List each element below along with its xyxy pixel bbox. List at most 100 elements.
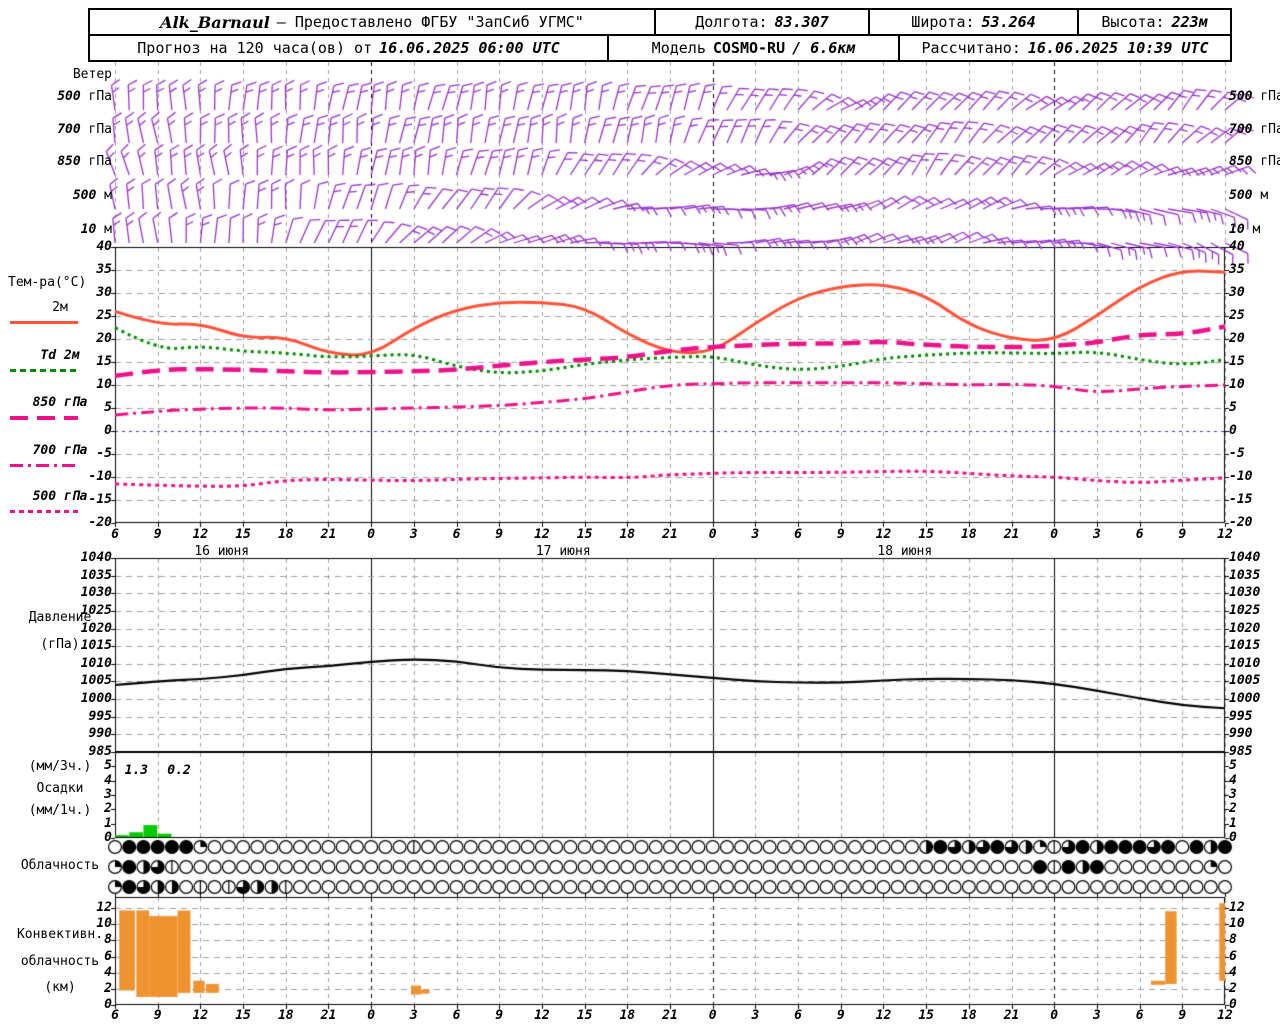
hour-label-bottom-axis: 12	[1217, 1008, 1233, 1023]
conv-ytick-left: 8	[104, 932, 112, 948]
pressure-ytick-right: 1030	[1229, 585, 1261, 601]
hour-label-temp-axis: 9	[1178, 527, 1187, 542]
hour-label-temp-axis: 6	[452, 527, 461, 542]
precip-ytick-right: 1	[1229, 815, 1237, 831]
hour-label-bottom-axis: 6	[111, 1008, 119, 1023]
hour-label-temp-axis: 15	[918, 527, 934, 542]
wind-level-label: 500 гПа	[1229, 90, 1280, 104]
cloud-panel-title: Облачность	[20, 858, 100, 873]
precip-sum-label: 1.3	[124, 763, 149, 778]
pressure-ytick-right: 990	[1229, 726, 1253, 742]
temp-ytick-right: 10	[1229, 377, 1245, 392]
temp-ytick-right: 20	[1229, 331, 1245, 346]
temp-ytick-left: -10	[88, 469, 112, 484]
hour-label-temp-axis: 9	[495, 527, 504, 542]
wind-level-value: 500	[1229, 89, 1253, 104]
hour-label-bottom-axis: 0	[1050, 1008, 1059, 1023]
conv-ytick-right: 2	[1229, 980, 1237, 996]
wind-level-value: 500	[72, 188, 97, 203]
hour-label-bottom-axis: 18	[277, 1008, 294, 1023]
temp-ytick-left: 30	[96, 285, 112, 300]
day-label: 17 июня	[535, 544, 591, 559]
hour-label-bottom-axis: 21	[320, 1008, 337, 1023]
hour-label-temp-axis: 15	[576, 527, 593, 542]
wind-level-label: 10 м	[8, 223, 112, 237]
pressure-ytick-right: 1000	[1229, 691, 1261, 707]
calc-label: Рассчитано:	[921, 39, 1021, 57]
wind-level-label: 850 гПа	[1229, 155, 1280, 169]
wind-level-value: 500	[57, 89, 81, 104]
hour-label-temp-axis: 6	[111, 527, 119, 542]
provider-text: — Предоставлено ФГБУ "ЗапСиб УГМС"	[276, 13, 584, 31]
conv-ytick-right: 10	[1229, 916, 1245, 932]
legend-line-t700	[10, 464, 78, 467]
pressure-ytick-left: 1000	[80, 691, 112, 707]
hour-label-temp-axis: 12	[534, 527, 550, 542]
legend-line-t500	[10, 510, 78, 513]
hour-label-bottom-axis: 0	[708, 1008, 717, 1023]
temp-ytick-right: 5	[1229, 400, 1237, 415]
station-name: Alk_Barnaul	[160, 12, 270, 32]
model-name: COSMO-RU	[712, 39, 786, 57]
hour-label-bottom-axis: 6	[452, 1008, 461, 1023]
pressure-ytick-right: 1040	[1229, 550, 1261, 565]
precip-ytick-left: 1	[104, 815, 112, 831]
conv-ytick-right: 6	[1229, 948, 1237, 964]
temp-ytick-left: -5	[96, 446, 112, 461]
hour-label-temp-axis: 9	[836, 527, 845, 542]
conv-ytick-left: 0	[104, 997, 112, 1012]
hour-label-temp-axis: 0	[708, 527, 717, 542]
pressure-ytick-left: 1035	[80, 567, 112, 583]
hour-label-bottom-axis: 18	[619, 1008, 636, 1023]
hour-label-bottom-axis: 6	[794, 1008, 802, 1023]
legend-line-t850	[10, 416, 78, 420]
precip-ytick-right: 5	[1229, 758, 1237, 774]
wind-level-value: 10	[1229, 222, 1245, 237]
hour-label-temp-axis: 18	[619, 527, 636, 542]
wind-level-label: 500 м	[8, 189, 112, 203]
temp-ytick-right: -15	[1229, 492, 1253, 507]
hour-label-temp-axis: 6	[794, 527, 802, 542]
pressure-ytick-left: 1030	[80, 585, 112, 601]
header-calc-cell: Рассчитано: 16.06.2025 10:39 UTC	[898, 36, 1230, 60]
wind-level-label: 700 гПа	[1229, 123, 1280, 137]
precip-ytick-left: 2	[104, 801, 112, 817]
pressure-ytick-left: 1020	[80, 620, 112, 636]
hour-label-bottom-axis: 12	[534, 1008, 550, 1023]
hour-label-temp-axis: 12	[192, 527, 209, 542]
temp-ytick-left: -20	[88, 515, 112, 530]
wind-level-label: 700 гПа	[8, 123, 112, 137]
hour-label-temp-axis: 21	[662, 527, 678, 542]
wind-level-unit: гПа	[88, 122, 112, 137]
hour-label-temp-axis: 21	[320, 527, 337, 542]
temp-ytick-right: -5	[1229, 446, 1245, 461]
wind-level-value: 700	[1229, 122, 1253, 137]
conv-ytick-left: 12	[96, 900, 112, 915]
forecast-label: Прогноз на 120 часа(ов) от	[137, 39, 373, 57]
pressure-ytick-right: 1035	[1229, 567, 1261, 583]
wind-level-unit: гПа	[88, 89, 112, 104]
hour-label-temp-axis: 3	[409, 527, 418, 542]
precip-ytick-right: 4	[1229, 772, 1237, 788]
temp-ytick-left: 0	[104, 423, 112, 438]
temp-ytick-right: -10	[1229, 469, 1253, 484]
hour-label-bottom-axis: 15	[918, 1008, 934, 1023]
pressure-ytick-left: 1015	[80, 638, 112, 654]
hour-label-temp-axis: 18	[961, 527, 977, 542]
header-row-1: Alk_Barnaul — Предоставлено ФГБУ "ЗапСиб…	[90, 10, 1230, 36]
wind-level-label: 850 гПа	[8, 155, 112, 169]
hour-label-bottom-axis: 12	[875, 1008, 892, 1023]
meteogram-canvas	[0, 0, 1280, 1024]
wind-level-value: 10	[80, 222, 97, 237]
temp-ytick-right: 0	[1229, 423, 1237, 438]
header-altitude-cell: Высота: 223м	[1077, 10, 1230, 34]
pressure-ytick-right: 995	[1229, 708, 1253, 724]
pressure-ytick-right: 1010	[1229, 655, 1261, 671]
hour-label-temp-axis: 12	[875, 527, 892, 542]
precip-ytick-left: 4	[104, 772, 112, 788]
precip-sum-label: 0.2	[167, 763, 191, 778]
wind-level-value: 850	[57, 154, 81, 169]
wind-level-label: 10 м	[1229, 223, 1260, 237]
wind-level-unit: м	[104, 222, 112, 237]
wind-level-value: 850	[1229, 154, 1253, 169]
